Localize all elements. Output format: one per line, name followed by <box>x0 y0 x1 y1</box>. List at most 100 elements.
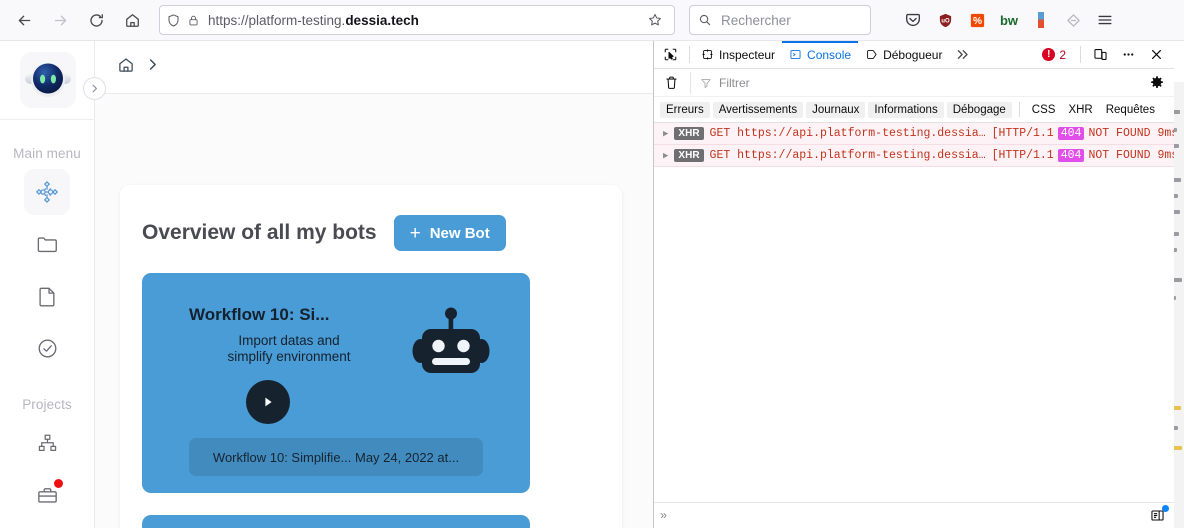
svg-text:uO: uO <box>941 18 950 24</box>
bot-card[interactable]: Workflow 10: Si... Import datas and simp… <box>142 273 530 493</box>
console-log-meta: [HTTP/1.1 404 NOT FOUND 9ms] <box>992 127 1174 140</box>
app-menu-icon[interactable] <box>1090 5 1120 35</box>
check-circle-icon <box>38 339 56 357</box>
bitwarden-glyph: bw <box>999 12 1019 28</box>
chip-journaux[interactable]: Journaux <box>806 101 866 118</box>
chip-avertissements[interactable]: Avertissements <box>712 101 804 118</box>
reload-icon[interactable] <box>80 4 112 36</box>
chip-informations[interactable]: Informations <box>868 101 944 118</box>
console-log-row[interactable]: ▶ XHR GET https://api.platform-testing.d… <box>654 123 1174 145</box>
ublock-origin-icon[interactable]: uO <box>930 5 960 35</box>
http-protocol: [HTTP/1.1 <box>991 149 1054 162</box>
close-icon[interactable] <box>1143 42 1169 68</box>
chevron-right-icon <box>92 84 97 93</box>
devtools-toolbar-right: ! 2 <box>1034 42 1174 68</box>
privacy-badger-icon[interactable]: % <box>962 5 992 35</box>
chip-xhr[interactable]: XHR <box>1063 102 1097 118</box>
sidebar-section-label-main: Main menu <box>13 146 81 161</box>
url-domain: dessia.tech <box>345 12 419 28</box>
play-button-icon[interactable] <box>246 380 290 424</box>
bookmark-star-icon[interactable] <box>642 7 668 33</box>
url-text[interactable]: https://platform-testing.dessia.tech <box>208 13 642 28</box>
filter-funnel-icon <box>701 78 711 88</box>
expand-triangle-icon[interactable]: ▶ <box>663 151 668 161</box>
dessia-bot-logo[interactable] <box>19 52 76 108</box>
tracking-shield-icon[interactable] <box>166 13 181 28</box>
play-triangle-icon <box>265 397 272 407</box>
toolbar-divider <box>689 46 690 63</box>
bot-card-subtitle-line2: simplify environment <box>227 348 351 364</box>
console-filter-placeholder: Filtrer <box>719 75 750 90</box>
chevron-double-right-icon[interactable] <box>949 42 975 68</box>
extension-icons: uO % bw <box>897 5 1121 35</box>
search-bar[interactable]: Rechercher <box>689 5 871 35</box>
sidebar-item-briefcase[interactable] <box>24 472 70 518</box>
search-input[interactable]: Rechercher <box>721 13 791 28</box>
status-code-badge: 404 <box>1057 127 1085 140</box>
breadcrumb-chevron-right-icon[interactable] <box>145 57 160 77</box>
tab-console[interactable]: Console <box>782 41 858 69</box>
console-prompt-caret: » <box>660 508 668 523</box>
status-code-badge: 404 <box>1057 149 1085 162</box>
tab-debogueur[interactable]: Débogueur <box>858 41 949 69</box>
sidebar-item-workflows[interactable] <box>24 169 70 215</box>
split-console-icon[interactable] <box>1146 504 1169 526</box>
url-prefix: https://platform-testing. <box>208 12 346 28</box>
bot-card-meta-chip[interactable]: Workflow 10: Simplifie... May 24, 2022 a… <box>189 438 483 476</box>
page-title: Overview of all my bots <box>142 221 377 244</box>
console-log-row[interactable]: ▶ XHR GET https://api.platform-testing.d… <box>654 145 1174 167</box>
new-bot-button[interactable]: + New Bot <box>393 215 506 251</box>
console-log-message: GET https://api.platform-testing.dessia… <box>709 149 986 162</box>
chip-css[interactable]: CSS <box>1027 102 1061 118</box>
tab-debogueur-label: Débogueur <box>883 47 943 62</box>
chip-requetes[interactable]: Requêtes <box>1101 102 1160 118</box>
url-bar[interactable]: https://platform-testing.dessia.tech <box>159 5 675 35</box>
bot-card-title: Workflow 10: Si... <box>189 305 330 324</box>
plus-icon: + <box>409 222 421 244</box>
tab-console-label: Console <box>807 47 852 62</box>
home-icon[interactable] <box>117 56 135 79</box>
breadcrumb <box>117 56 160 79</box>
pocket-icon[interactable] <box>898 5 928 35</box>
tab-inspecteur-label: Inspecteur <box>719 47 776 62</box>
devtools-toolbar: Inspecteur Console Débogueur ! 2 <box>654 41 1174 69</box>
split-console-indicator-dot <box>1162 504 1169 512</box>
bots-panel: Overview of all my bots + New Bot Workfl… <box>120 185 622 528</box>
sitemap-icon <box>38 434 56 451</box>
expand-triangle-icon[interactable]: ▶ <box>663 129 668 139</box>
back-arrow-icon[interactable] <box>8 4 40 36</box>
error-count-badge[interactable]: ! 2 <box>1034 48 1074 62</box>
colorzilla-icon[interactable] <box>1026 5 1056 35</box>
console-filter-input[interactable]: Filtrer <box>690 71 1144 94</box>
sidebar-item-org-chart[interactable] <box>24 420 70 466</box>
sidebar-item-folders[interactable] <box>24 221 70 267</box>
sidebar-collapse-button[interactable] <box>83 77 106 100</box>
folder-icon <box>37 236 57 252</box>
home-icon[interactable] <box>116 4 148 36</box>
lock-icon[interactable] <box>187 14 200 27</box>
clear-console-icon[interactable] <box>658 70 684 96</box>
bitwarden-icon[interactable]: bw <box>994 5 1024 35</box>
notification-badge-dot <box>54 479 63 488</box>
status-text: NOT FOUND 9ms] <box>1088 149 1174 162</box>
responsive-design-mode-icon[interactable] <box>1087 42 1113 68</box>
bot-card[interactable]: workflow tuto1 <box>142 515 530 528</box>
console-settings-icon[interactable] <box>1144 70 1170 96</box>
more-options-icon[interactable] <box>1115 42 1141 68</box>
sync-icon[interactable] <box>1058 5 1088 35</box>
console-command-input[interactable]: » <box>654 502 1174 528</box>
sidebar-item-tasks[interactable] <box>24 325 70 371</box>
debugger-icon <box>867 50 877 59</box>
chip-debogage[interactable]: Débogage <box>946 101 1012 118</box>
error-badge-icon: ! <box>1042 48 1056 61</box>
forward-arrow-icon[interactable] <box>44 4 76 36</box>
tab-inspecteur[interactable]: Inspecteur <box>694 41 782 69</box>
sidebar-item-documents[interactable] <box>24 273 70 319</box>
app-sidebar: Main menu Projects <box>0 41 106 528</box>
console-log-list[interactable]: ▶ XHR GET https://api.platform-testing.d… <box>654 123 1174 502</box>
logo-container <box>0 41 95 120</box>
console-filter-bar: Filtrer <box>654 69 1174 97</box>
chip-erreurs[interactable]: Erreurs <box>660 101 710 118</box>
console-icon <box>790 50 801 59</box>
element-picker-icon[interactable] <box>657 42 683 68</box>
